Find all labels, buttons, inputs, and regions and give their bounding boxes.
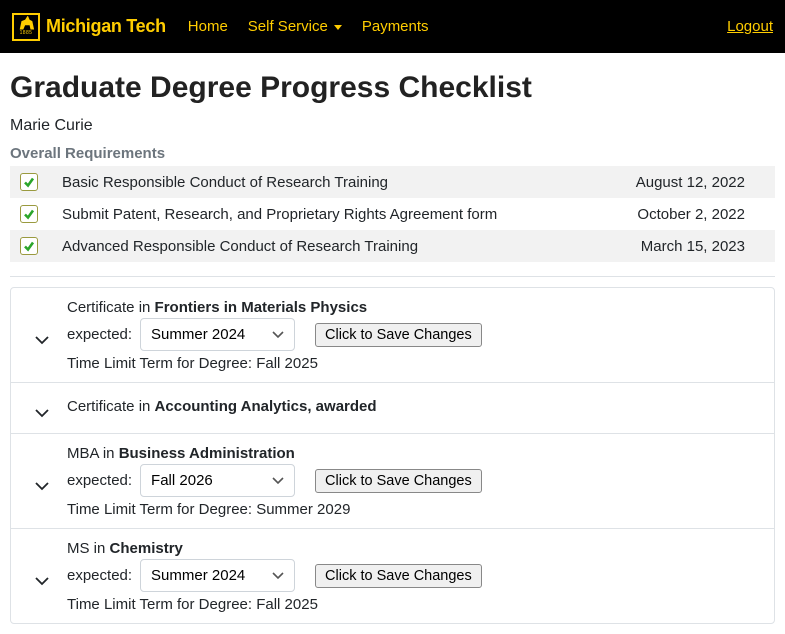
requirement-label: Advanced Responsible Conduct of Research… — [52, 230, 605, 262]
degree-block: Certificate in Accounting Analytics, awa… — [11, 383, 774, 434]
chevron-down-icon[interactable] — [34, 333, 50, 350]
nav-home[interactable]: Home — [188, 18, 228, 35]
navbar: 1885 Michigan Tech Home Self Service Pay… — [0, 0, 785, 53]
degree-title: MS in Chemistry — [67, 540, 768, 557]
chevron-down-icon[interactable] — [34, 574, 50, 591]
degree-name: Chemistry — [110, 540, 183, 557]
degree-block: MS in Chemistry expected: Summer 2024 Click… — [11, 529, 774, 623]
requirement-row: Basic Responsible Conduct of Research Tr… — [10, 166, 775, 198]
degree-prefix: MBA in — [67, 445, 119, 462]
page-title: Graduate Degree Progress Checklist — [10, 71, 775, 105]
nav-payments[interactable]: Payments — [362, 18, 429, 35]
requirement-date: October 2, 2022 — [605, 198, 775, 230]
degrees-panel: Certificate in Frontiers in Materials Ph… — [10, 287, 775, 624]
requirement-date: August 12, 2022 — [605, 166, 775, 198]
expected-label: expected: — [67, 472, 132, 489]
chevron-down-icon[interactable] — [34, 479, 50, 496]
expected-term-select[interactable]: Summer 2024 — [140, 559, 295, 592]
expected-label: expected: — [67, 326, 132, 343]
save-button[interactable]: Click to Save Changes — [315, 564, 482, 588]
brand-name: Michigan Tech — [46, 16, 166, 37]
time-limit: Time Limit Term for Degree: Fall 2025 — [67, 596, 768, 613]
overall-requirements-table: Basic Responsible Conduct of Research Tr… — [10, 166, 775, 262]
degree-name: Business Administration — [119, 445, 295, 462]
degree-block: MBA in Business Administration expected: F… — [11, 434, 774, 529]
check-icon — [20, 237, 38, 255]
nav-links: Home Self Service Payments — [188, 18, 429, 35]
time-limit: Time Limit Term for Degree: Summer 2029 — [67, 501, 768, 518]
expected-term-select[interactable]: Summer 2024 — [140, 318, 295, 351]
requirement-label: Submit Patent, Research, and Proprietary… — [52, 198, 605, 230]
degree-name: Frontiers in Materials Physics — [155, 299, 368, 316]
requirement-row: Advanced Responsible Conduct of Research… — [10, 230, 775, 262]
time-limit: Time Limit Term for Degree: Fall 2025 — [67, 355, 768, 372]
requirement-label: Basic Responsible Conduct of Research Tr… — [52, 166, 605, 198]
nav-logout[interactable]: Logout — [727, 18, 773, 35]
degree-title: Certificate in Accounting Analytics, awa… — [67, 398, 377, 415]
page-container: Graduate Degree Progress Checklist Marie… — [0, 53, 785, 634]
check-icon — [20, 205, 38, 223]
chevron-down-icon[interactable] — [34, 406, 50, 423]
degree-block: Certificate in Frontiers in Materials Ph… — [11, 288, 774, 383]
logo-mark-icon: 1885 — [12, 13, 40, 41]
divider — [10, 276, 775, 277]
requirement-date: March 15, 2023 — [605, 230, 775, 262]
student-name: Marie Curie — [10, 117, 775, 135]
expected-term-select[interactable]: Fall 2026 — [140, 464, 295, 497]
save-button[interactable]: Click to Save Changes — [315, 469, 482, 493]
check-icon — [20, 173, 38, 191]
requirement-row: Submit Patent, Research, and Proprietary… — [10, 198, 775, 230]
overall-heading: Overall Requirements — [10, 145, 775, 162]
degree-prefix: Certificate in — [67, 299, 155, 316]
degree-prefix: MS in — [67, 540, 110, 557]
degree-title: Certificate in Frontiers in Materials Ph… — [67, 299, 768, 316]
save-button[interactable]: Click to Save Changes — [315, 323, 482, 347]
degree-name: Accounting Analytics, awarded — [155, 398, 377, 415]
brand-logo[interactable]: 1885 Michigan Tech — [12, 13, 166, 41]
degree-prefix: Certificate in — [67, 398, 155, 415]
nav-self-service[interactable]: Self Service — [248, 18, 342, 35]
degree-title: MBA in Business Administration — [67, 445, 768, 462]
expected-label: expected: — [67, 567, 132, 584]
